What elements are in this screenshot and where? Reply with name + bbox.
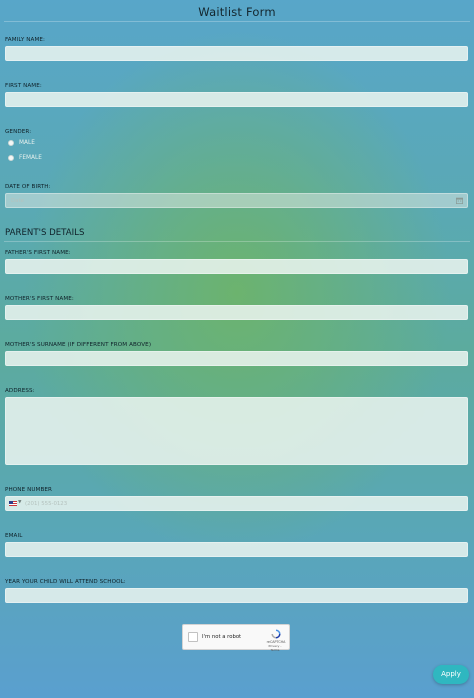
apply-button[interactable]: Apply bbox=[433, 665, 469, 684]
date-placeholder: Date bbox=[11, 198, 24, 204]
email-input[interactable] bbox=[5, 542, 468, 557]
gender-female-radio[interactable] bbox=[8, 155, 14, 161]
mother-first-name-input[interactable] bbox=[5, 305, 468, 320]
recaptcha-checkbox[interactable] bbox=[188, 632, 198, 642]
parents-section-title: PARENT'S DETAILS bbox=[5, 228, 85, 238]
phone-label: PHONE NUMBER bbox=[5, 487, 53, 493]
year-attend-input[interactable] bbox=[5, 588, 468, 603]
us-flag-icon[interactable] bbox=[9, 501, 17, 506]
father-first-name-input[interactable] bbox=[5, 259, 468, 274]
chevron-down-icon[interactable]: ▼ bbox=[18, 500, 21, 505]
calendar-icon[interactable] bbox=[456, 197, 463, 204]
gender-male-radio[interactable] bbox=[8, 140, 14, 146]
date-of-birth-label: DATE OF BIRTH: bbox=[5, 184, 51, 190]
email-label: EMAIL bbox=[5, 533, 23, 539]
family-name-label: FAMILY NAME: bbox=[5, 37, 46, 43]
phone-placeholder: (201) 555-0123 bbox=[25, 501, 68, 507]
father-first-name-label: FATHER'S FIRST NAME: bbox=[5, 250, 71, 256]
title-divider bbox=[4, 21, 470, 22]
first-name-input[interactable] bbox=[5, 92, 468, 107]
first-name-label: FIRST NAME: bbox=[5, 83, 42, 89]
mother-surname-input[interactable] bbox=[5, 351, 468, 366]
recaptcha-links[interactable]: Privacy - Terms bbox=[264, 644, 286, 652]
gender-label: GENDER: bbox=[5, 129, 32, 135]
section-divider bbox=[4, 241, 470, 242]
date-of-birth-input[interactable]: Date bbox=[5, 193, 468, 208]
address-label: ADDRESS: bbox=[5, 388, 35, 394]
gender-female-label: FEMALE bbox=[19, 155, 42, 161]
year-attend-label: YEAR YOUR CHILD WILL ATTEND SCHOOL: bbox=[5, 579, 126, 585]
recaptcha-label: I'm not a robot bbox=[202, 634, 242, 640]
gender-male-label: MALE bbox=[19, 140, 35, 146]
address-textarea[interactable] bbox=[5, 397, 468, 465]
mother-first-name-label: MOTHER'S FIRST NAME: bbox=[5, 296, 74, 302]
family-name-input[interactable] bbox=[5, 46, 468, 61]
page-title: Waitlist Form bbox=[198, 5, 276, 19]
phone-input[interactable]: ▼ (201) 555-0123 bbox=[5, 496, 468, 511]
recaptcha-widget: I'm not a robot reCAPTCHA Privacy - Term… bbox=[182, 624, 290, 652]
recaptcha-logo-icon bbox=[271, 629, 281, 639]
mother-surname-label: MOTHER'S SURNAME (IF DIFFERENT FROM ABOV… bbox=[5, 342, 152, 348]
